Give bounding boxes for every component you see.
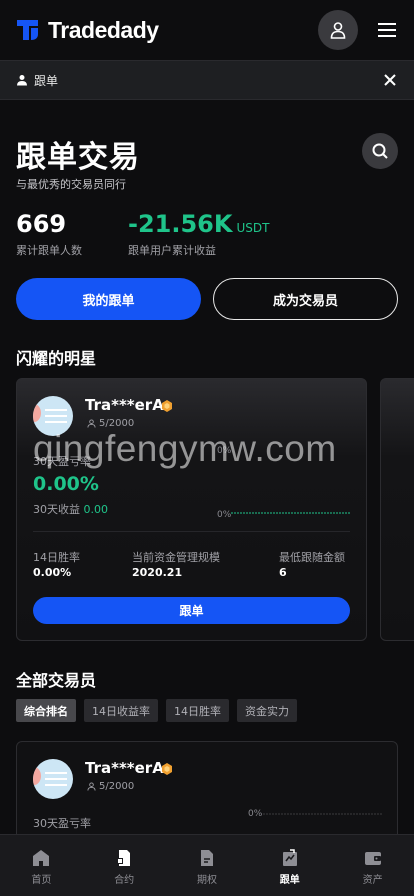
app-name: Tradedady bbox=[48, 16, 159, 43]
badge-icon bbox=[162, 763, 172, 775]
win-rate-label: 14日胜率 bbox=[33, 551, 80, 564]
aum-label: 当前资金管理规模 bbox=[132, 551, 220, 564]
trader-name: Tra***erA bbox=[85, 396, 164, 414]
bottom-nav: 首页 合约 期权 跟单 资产 bbox=[0, 834, 414, 896]
home-icon bbox=[33, 850, 50, 866]
watermark: qingfengymw.com bbox=[33, 428, 337, 469]
roi-sparkline bbox=[231, 512, 351, 514]
followers-label: 累计跟单人数 bbox=[16, 244, 82, 257]
breadcrumb-label: 跟单 bbox=[34, 73, 59, 88]
breadcrumb-bar: 跟单 bbox=[0, 60, 414, 100]
profit-value: -21.56K bbox=[128, 210, 233, 238]
chart-axis-bottom: 0% bbox=[217, 510, 232, 520]
star-trader-card[interactable]: Tra***erA 5/2000 30天盈亏率 0.00% 30天收益 0.00… bbox=[16, 378, 367, 641]
profile-button[interactable] bbox=[318, 10, 358, 50]
wallet-icon bbox=[364, 852, 381, 865]
logo-icon bbox=[17, 20, 38, 40]
followers-value: 669 bbox=[16, 210, 67, 238]
app-header: Tradedady bbox=[0, 0, 414, 60]
chart-axis-top: 0% bbox=[248, 809, 263, 819]
options-icon bbox=[200, 850, 213, 866]
nav-assets[interactable]: 资产 bbox=[331, 835, 414, 896]
follow-button[interactable]: 跟单 bbox=[33, 597, 350, 624]
income-value: 0.00 bbox=[83, 503, 109, 516]
win-rate-value: 0.00% bbox=[33, 566, 72, 579]
trader-avatar bbox=[33, 759, 73, 799]
trader-name: Tra***erA bbox=[85, 759, 164, 777]
close-button[interactable] bbox=[382, 72, 398, 88]
page-subtitle: 与最优秀的交易员同行 bbox=[16, 178, 126, 191]
income-label: 30天收益 bbox=[33, 503, 80, 516]
copy-trade-icon bbox=[282, 849, 297, 866]
tab-overall-rank[interactable]: 综合排名 bbox=[16, 699, 76, 722]
roi-label: 30天盈亏率 bbox=[33, 817, 91, 830]
page-title: 跟单交易 bbox=[16, 140, 140, 175]
trader-followers: 5/2000 bbox=[99, 781, 135, 792]
aum-value: 2020.21 bbox=[132, 566, 183, 579]
close-icon bbox=[384, 74, 396, 86]
profit-unit: USDT bbox=[236, 221, 270, 235]
filter-tabs: 综合排名 14日收益率 14日胜率 资金实力 bbox=[16, 699, 297, 722]
min-amount-value: 6 bbox=[279, 566, 287, 579]
trader-list-card[interactable]: Tra***erA 5/2000 0% 30天盈亏率 bbox=[16, 741, 398, 841]
min-amount-label: 最低跟随金额 bbox=[279, 551, 345, 564]
nav-copy-trade[interactable]: 跟单 bbox=[248, 835, 331, 896]
followers-stat: 669 累计跟单人数 bbox=[16, 210, 82, 258]
nav-home[interactable]: 首页 bbox=[0, 835, 83, 896]
nav-contract[interactable]: 合约 bbox=[83, 835, 166, 896]
nav-options[interactable]: 期权 bbox=[166, 835, 249, 896]
become-trader-button[interactable]: 成为交易员 bbox=[213, 278, 398, 320]
roi-chart-gridline bbox=[263, 813, 383, 815]
profit-label: 跟单用户累计收益 bbox=[128, 244, 216, 257]
people-icon bbox=[87, 419, 96, 428]
hamburger-icon bbox=[378, 23, 396, 37]
all-traders-title: 全部交易员 bbox=[16, 671, 97, 690]
badge-icon bbox=[162, 400, 172, 412]
search-button[interactable] bbox=[362, 133, 398, 169]
tab-14d-win-rate[interactable]: 14日胜率 bbox=[166, 699, 229, 722]
contract-icon bbox=[117, 850, 131, 866]
user-icon bbox=[330, 22, 346, 39]
person-icon bbox=[17, 75, 27, 86]
next-star-card[interactable] bbox=[380, 378, 414, 641]
people-icon bbox=[87, 782, 96, 791]
stars-section-title: 闪耀的明星 bbox=[16, 349, 97, 368]
logo[interactable]: Tradedady bbox=[16, 17, 159, 44]
my-follow-button[interactable]: 我的跟单 bbox=[16, 278, 201, 320]
tab-fund-strength[interactable]: 资金实力 bbox=[237, 699, 297, 722]
search-icon bbox=[372, 143, 388, 159]
tab-14d-return[interactable]: 14日收益率 bbox=[84, 699, 158, 722]
profit-stat: -21.56K USDT 跟单用户累计收益 bbox=[128, 210, 269, 258]
roi-value: 0.00% bbox=[33, 473, 99, 495]
menu-button[interactable] bbox=[376, 19, 398, 41]
